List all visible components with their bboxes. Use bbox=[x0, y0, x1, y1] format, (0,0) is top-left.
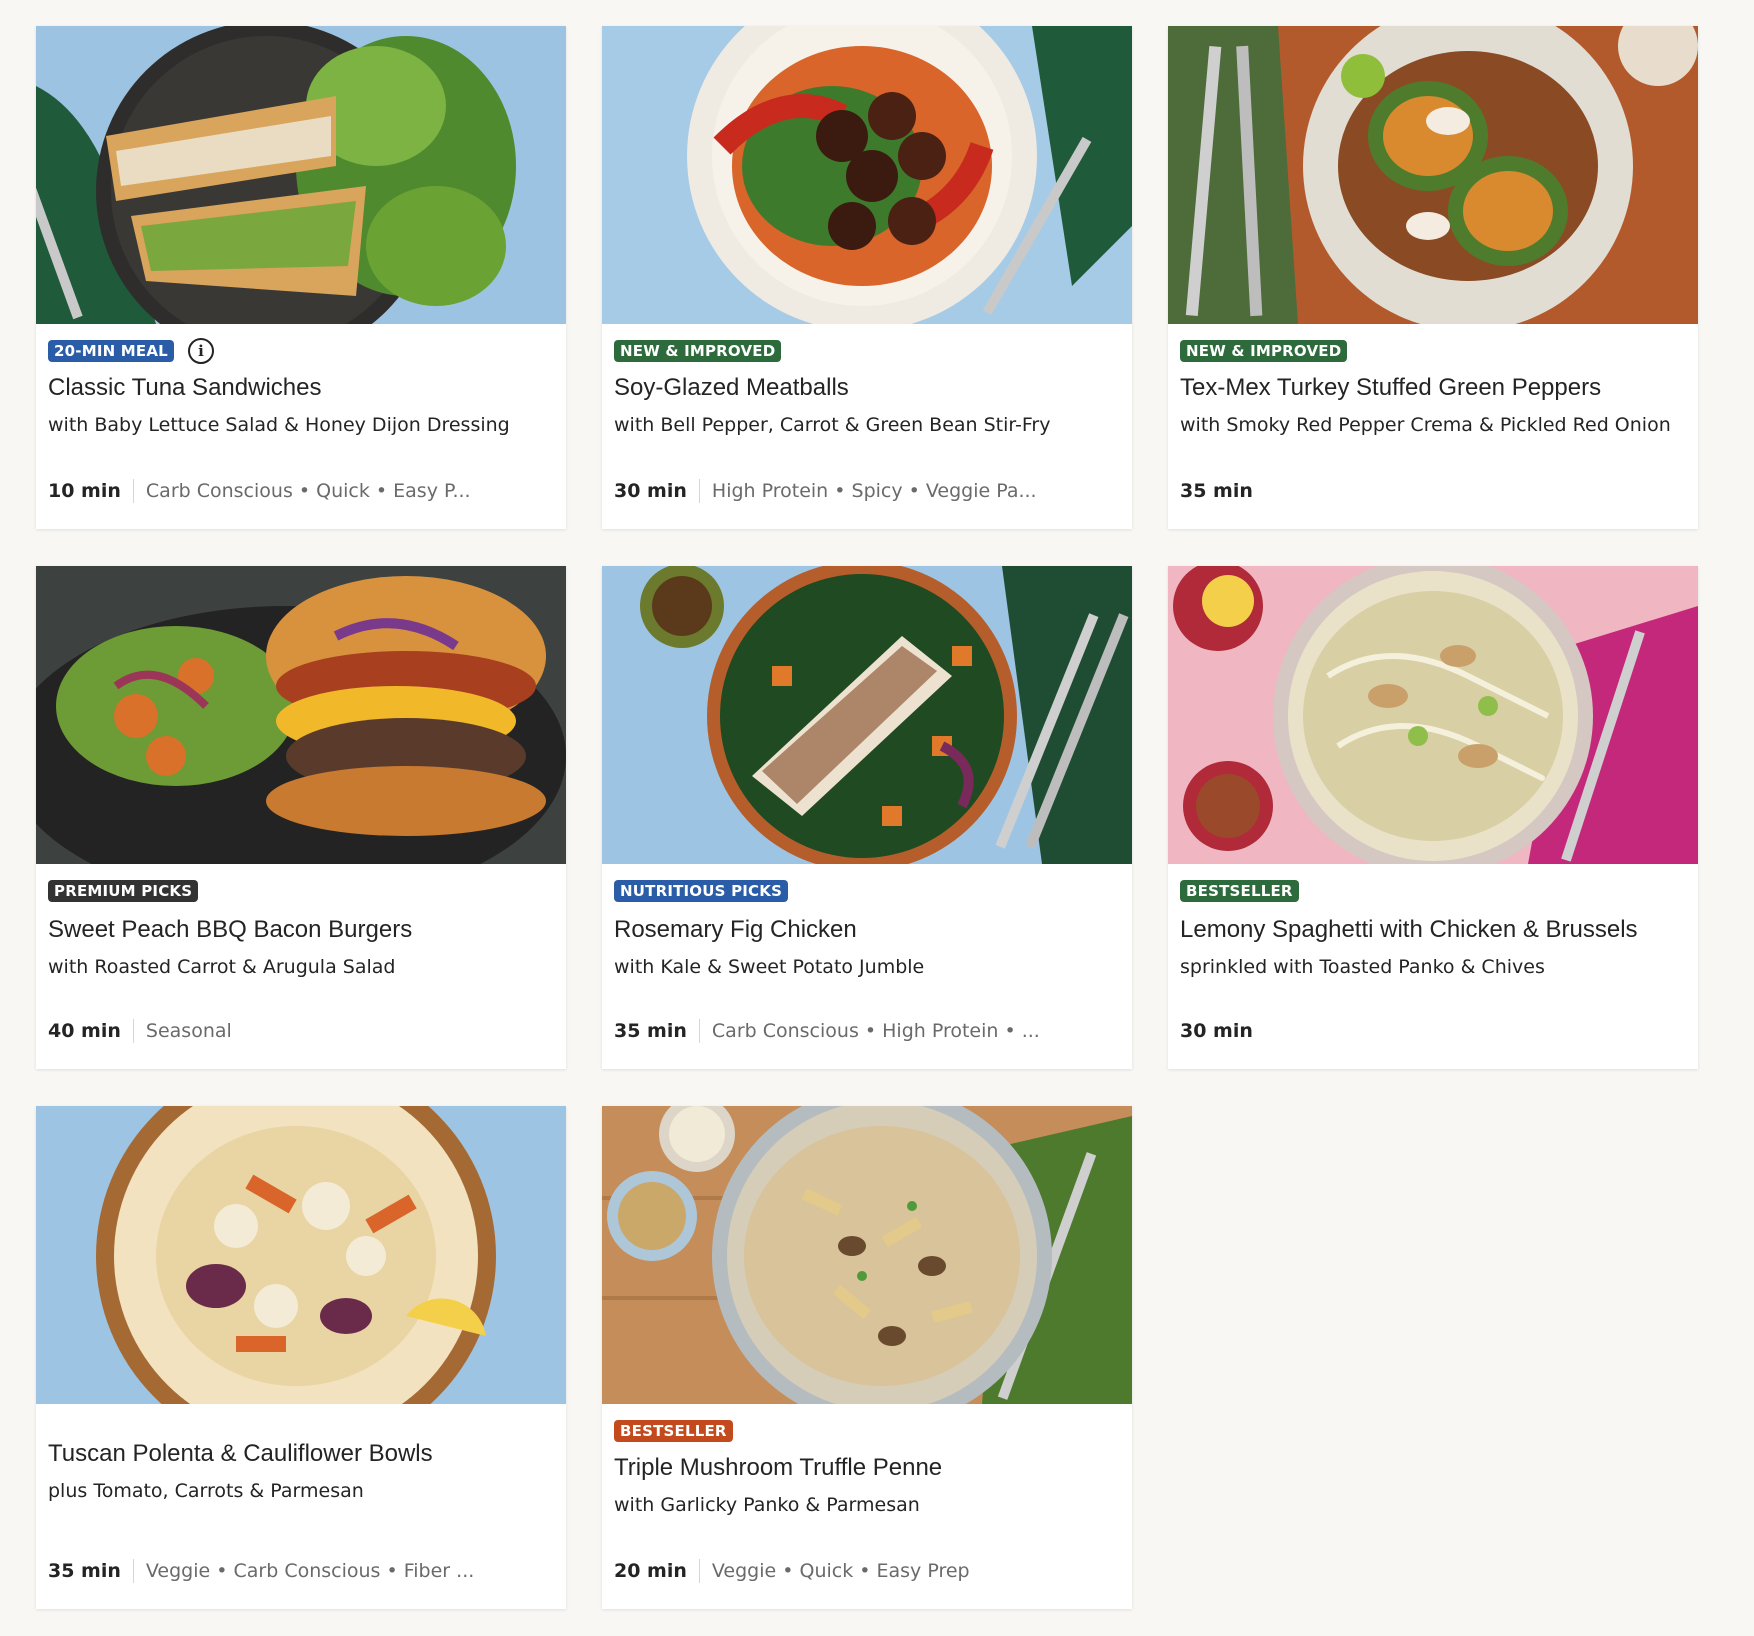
recipe-grid: 20-MIN MEAL i Classic Tuna Sandwiches wi… bbox=[36, 26, 1698, 1609]
recipe-card-truffle-penne[interactable]: BESTSELLER Triple Mushroom Truffle Penne… bbox=[602, 1106, 1132, 1609]
recipe-card-lemony-spaghetti[interactable]: BESTSELLER Lemony Spaghetti with Chicken… bbox=[1168, 566, 1698, 1069]
recipe-tags: Carb Conscious • Quick • Easy P... bbox=[145, 480, 471, 502]
recipe-tags: Veggie • Quick • Easy Prep bbox=[711, 1560, 970, 1582]
recipe-photo-meatballs[interactable] bbox=[602, 26, 1132, 324]
recipe-badge: BESTSELLER bbox=[1180, 880, 1299, 902]
recipe-subtitle: plus Tomato, Carrots & Parmesan bbox=[48, 1480, 364, 1502]
recipe-tags: Carb Conscious • High Protein • ... bbox=[711, 1020, 1040, 1042]
burger-image bbox=[36, 566, 566, 864]
recipe-photo-polenta[interactable] bbox=[36, 1106, 566, 1404]
cook-time: 35 min bbox=[614, 1020, 687, 1042]
meta-divider bbox=[132, 1019, 134, 1043]
meatballs-image bbox=[602, 26, 1132, 324]
recipe-badge: PREMIUM PICKS bbox=[48, 880, 199, 902]
recipe-tags: Seasonal bbox=[145, 1020, 232, 1042]
penne-image bbox=[602, 1106, 1132, 1404]
recipe-title[interactable]: Lemony Spaghetti with Chicken & Brussels bbox=[1180, 916, 1638, 944]
recipe-badge: BESTSELLER bbox=[614, 1420, 733, 1442]
recipe-badge: NUTRITIOUS PICKS bbox=[614, 880, 789, 902]
recipe-card-rosemary-fig-chicken[interactable]: NUTRITIOUS PICKS Rosemary Fig Chicken wi… bbox=[602, 566, 1132, 1069]
recipe-meta: 35 min bbox=[1180, 478, 1253, 504]
recipe-subtitle: with Garlicky Panko & Parmesan bbox=[614, 1494, 920, 1516]
recipe-meta: 35 min Veggie • Carb Conscious • Fiber .… bbox=[48, 1558, 474, 1584]
stuffed-peppers-image bbox=[1168, 26, 1698, 324]
recipe-title[interactable]: Rosemary Fig Chicken bbox=[614, 916, 857, 944]
recipe-photo-stuffed-peppers[interactable] bbox=[1168, 26, 1698, 324]
recipe-title[interactable]: Tuscan Polenta & Cauliflower Bowls bbox=[48, 1440, 433, 1468]
recipe-photo-burgers[interactable] bbox=[36, 566, 566, 864]
recipe-subtitle: with Baby Lettuce Salad & Honey Dijon Dr… bbox=[48, 414, 510, 436]
recipe-title[interactable]: Soy-Glazed Meatballs bbox=[614, 374, 849, 402]
recipe-card-soy-glazed-meatballs[interactable]: NEW & IMPROVED Soy-Glazed Meatballs with… bbox=[602, 26, 1132, 529]
recipe-photo-tuna-sandwiches[interactable] bbox=[36, 26, 566, 324]
cook-time: 30 min bbox=[1180, 1020, 1253, 1042]
recipe-tags: Veggie • Carb Conscious • Fiber ... bbox=[145, 1560, 475, 1582]
cook-time: 30 min bbox=[614, 480, 687, 502]
cook-time: 20 min bbox=[614, 1560, 687, 1582]
recipe-photo-spaghetti[interactable] bbox=[1168, 566, 1698, 864]
recipe-subtitle: with Kale & Sweet Potato Jumble bbox=[614, 956, 925, 978]
badge-row: NEW & IMPROVED bbox=[1180, 340, 1348, 362]
recipe-subtitle: with Bell Pepper, Carrot & Green Bean St… bbox=[614, 414, 1051, 436]
recipe-photo-fig-chicken[interactable] bbox=[602, 566, 1132, 864]
recipe-photo-penne[interactable] bbox=[602, 1106, 1132, 1404]
badge-row: BESTSELLER bbox=[1180, 880, 1299, 902]
recipe-card-peach-bbq-burgers[interactable]: PREMIUM PICKS Sweet Peach BBQ Bacon Burg… bbox=[36, 566, 566, 1069]
cook-time: 35 min bbox=[48, 1560, 121, 1582]
cook-time: 10 min bbox=[48, 480, 121, 502]
badge-row: 20-MIN MEAL i bbox=[48, 338, 214, 364]
recipe-title[interactable]: Triple Mushroom Truffle Penne bbox=[614, 1454, 942, 1482]
recipe-title[interactable]: Classic Tuna Sandwiches bbox=[48, 374, 321, 402]
meta-divider bbox=[132, 1559, 134, 1583]
recipe-title[interactable]: Tex-Mex Turkey Stuffed Green Peppers bbox=[1180, 374, 1601, 402]
info-icon[interactable]: i bbox=[187, 338, 214, 364]
meta-divider bbox=[698, 1559, 700, 1583]
recipe-meta: 30 min bbox=[1180, 1018, 1253, 1044]
recipe-card-tex-mex-turkey-peppers[interactable]: NEW & IMPROVED Tex-Mex Turkey Stuffed Gr… bbox=[1168, 26, 1698, 529]
badge-row: NEW & IMPROVED bbox=[614, 340, 782, 362]
recipe-title[interactable]: Sweet Peach BBQ Bacon Burgers bbox=[48, 916, 412, 944]
badge-row: BESTSELLER bbox=[614, 1420, 733, 1442]
recipe-badge: NEW & IMPROVED bbox=[614, 340, 782, 362]
recipe-card-tuscan-polenta[interactable]: Tuscan Polenta & Cauliflower Bowls plus … bbox=[36, 1106, 566, 1609]
recipe-badge: NEW & IMPROVED bbox=[1180, 340, 1348, 362]
recipe-meta: 40 min Seasonal bbox=[48, 1018, 232, 1044]
meta-divider bbox=[698, 1019, 700, 1043]
badge-row: PREMIUM PICKS bbox=[48, 880, 199, 902]
meta-divider bbox=[698, 479, 700, 503]
recipe-meta: 10 min Carb Conscious • Quick • Easy P..… bbox=[48, 478, 471, 504]
cook-time: 35 min bbox=[1180, 480, 1253, 502]
recipe-meta: 30 min High Protein • Spicy • Veggie Pa.… bbox=[614, 478, 1037, 504]
polenta-image bbox=[36, 1106, 566, 1404]
badge-row: NUTRITIOUS PICKS bbox=[614, 880, 789, 902]
spaghetti-image bbox=[1168, 566, 1698, 864]
recipe-meta: 35 min Carb Conscious • High Protein • .… bbox=[614, 1018, 1040, 1044]
recipe-badge: 20-MIN MEAL bbox=[48, 340, 174, 362]
meta-divider bbox=[132, 479, 134, 503]
recipe-tags: High Protein • Spicy • Veggie Pa... bbox=[711, 480, 1037, 502]
recipe-subtitle: sprinkled with Toasted Panko & Chives bbox=[1180, 956, 1545, 978]
recipe-meta: 20 min Veggie • Quick • Easy Prep bbox=[614, 1558, 970, 1584]
cook-time: 40 min bbox=[48, 1020, 121, 1042]
fig-chicken-image bbox=[602, 566, 1132, 864]
recipe-subtitle: with Smoky Red Pepper Crema & Pickled Re… bbox=[1180, 414, 1671, 436]
recipe-subtitle: with Roasted Carrot & Arugula Salad bbox=[48, 956, 396, 978]
tuna-sandwich-image bbox=[36, 26, 566, 324]
recipe-card-classic-tuna-sandwiches[interactable]: 20-MIN MEAL i Classic Tuna Sandwiches wi… bbox=[36, 26, 566, 529]
